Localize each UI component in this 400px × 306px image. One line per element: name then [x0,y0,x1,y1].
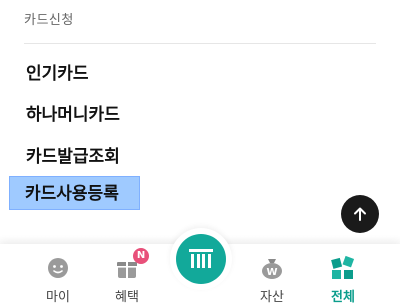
tab-benefits[interactable]: N 혜택 [97,248,157,305]
menu-item-card-usage-registration[interactable]: 카드사용등록 [9,176,140,210]
tab-benefits-label: 혜택 [115,290,139,305]
tab-assets-label: 자산 [260,290,284,305]
all-menu-icon [329,254,357,282]
menu-item-hanamoney-card[interactable]: 하나머니카드 [24,100,122,125]
menu-item-popular-cards[interactable]: 인기카드 [24,59,91,84]
money-bag-icon: W [258,254,286,282]
svg-text:W: W [266,267,277,278]
center-menu-button[interactable] [170,228,232,290]
tab-assets[interactable]: W 자산 [242,254,302,305]
tab-all-label: 전체 [331,290,355,305]
section-title: 카드신청 [24,13,74,28]
scroll-to-top-button[interactable] [341,195,379,233]
tab-all[interactable]: 전체 [313,254,373,305]
center-menu-icon [189,249,213,268]
new-badge: N [133,248,149,264]
gift-icon: N [113,248,149,282]
face-icon [44,254,72,282]
arrow-up-icon [354,207,366,221]
tab-my[interactable]: 마이 [28,254,88,305]
divider [24,43,376,44]
center-menu-circle [176,234,226,284]
menu-item-card-issue-inquiry[interactable]: 카드발급조회 [24,142,122,167]
tab-my-label: 마이 [46,290,70,305]
